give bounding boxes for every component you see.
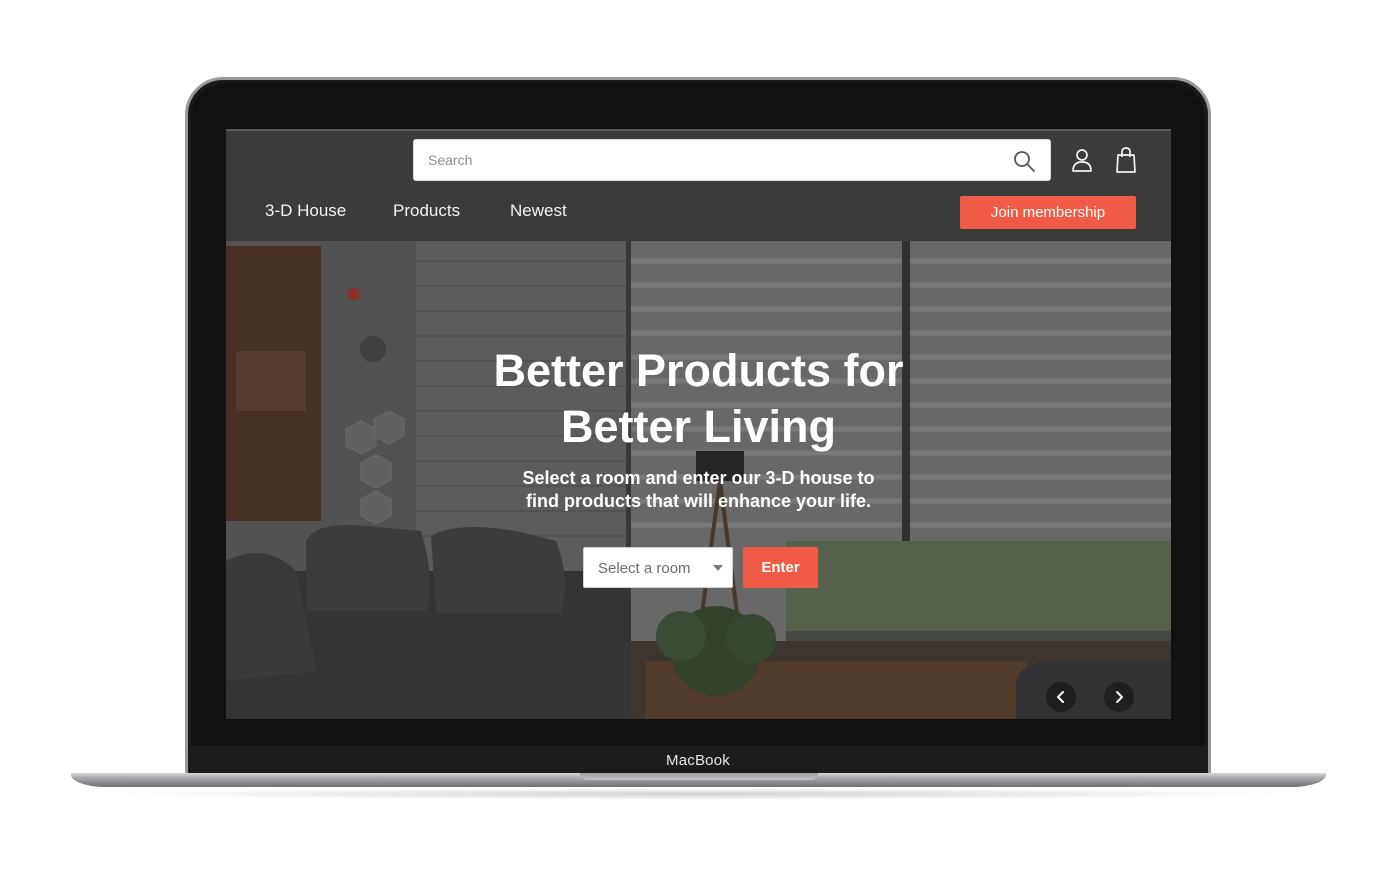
carousel-prev-button[interactable] <box>1046 682 1076 712</box>
laptop-shadow <box>95 788 1300 800</box>
hero-subtitle-line-1: Select a room and enter our 3-D house to <box>522 468 875 488</box>
hero-title-line-2: Better Living <box>560 401 837 452</box>
join-membership-button[interactable]: Join membership <box>960 196 1136 229</box>
caret-down-icon <box>713 565 723 571</box>
nav-item-newest[interactable]: Newest <box>510 201 567 221</box>
shopping-bag-icon[interactable] <box>1114 146 1138 174</box>
user-icon[interactable] <box>1070 147 1094 173</box>
hero-title: Better Products for Better Living <box>226 343 1171 455</box>
enter-button[interactable]: Enter <box>743 547 818 588</box>
hero-banner: Better Products for Better Living Select… <box>226 241 1171 719</box>
nav-item-products[interactable]: Products <box>393 201 460 221</box>
chevron-right-icon <box>1116 691 1123 703</box>
room-select[interactable]: Select a room <box>583 547 733 588</box>
search-placeholder: Search <box>428 152 473 168</box>
site-header: Search 3-D House Products Newest Join me… <box>226 129 1171 241</box>
screen: Search 3-D House Products Newest Join me… <box>226 129 1171 719</box>
carousel-next-button[interactable] <box>1104 682 1134 712</box>
laptop-base-notch <box>580 773 818 780</box>
hero-subtitle: Select a room and enter our 3-D house to… <box>226 467 1171 513</box>
device-label: MacBook <box>666 752 730 769</box>
chevron-left-icon <box>1057 691 1064 703</box>
room-select-value: Select a room <box>598 560 691 577</box>
hero-title-line-1: Better Products for <box>493 345 904 396</box>
search-icon[interactable] <box>1012 149 1036 173</box>
hero-subtitle-line-2: find products that will enhance your lif… <box>525 491 872 511</box>
search-input[interactable]: Search <box>413 139 1051 181</box>
nav-item-3d-house[interactable]: 3-D House <box>265 201 346 221</box>
